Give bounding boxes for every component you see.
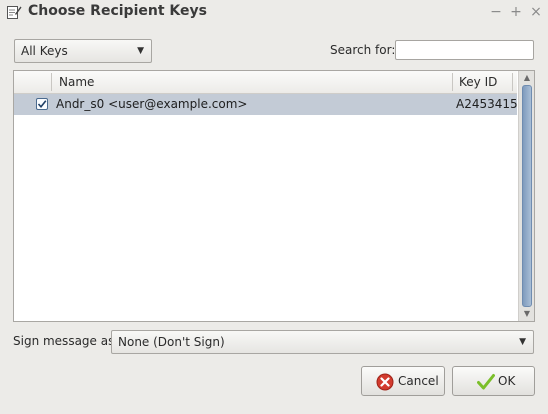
column-separator [512,73,513,91]
column-separator [51,73,52,91]
window-title: Choose Recipient Keys [28,3,207,19]
search-label: Search for: [330,43,396,57]
column-header-key-id[interactable]: Key ID [459,71,497,93]
recipient-checkbox[interactable] [36,98,48,110]
key-name: Andr_s0 <user@example.com> [56,97,248,111]
column-header-name[interactable]: Name [59,71,94,93]
sign-key-value: None (Don't Sign) [118,335,225,349]
key-list-header: Name Key ID [14,71,517,94]
column-separator [452,73,453,91]
sign-label: Sign message as: [13,334,119,348]
minimize-button[interactable]: − [489,4,503,20]
scroll-up-icon[interactable]: ▲ [521,72,533,84]
chevron-down-icon: ▼ [519,337,526,347]
checkmark-icon [37,100,47,109]
close-button[interactable]: × [529,4,543,20]
cancel-icon [376,373,394,391]
key-filter-select[interactable]: All Keys ▼ [14,39,152,63]
title-bar[interactable]: Choose Recipient Keys − + × [0,0,548,26]
ok-check-icon [477,374,495,390]
ok-button[interactable]: OK [452,366,535,396]
key-filter-value: All Keys [21,44,68,58]
ok-button-label: OK [498,374,516,388]
scroll-thumb[interactable] [522,85,532,307]
key-list[interactable]: Name Key ID Andr_s0 <user@example.com> A… [13,70,535,322]
scroll-down-icon[interactable]: ▼ [521,308,533,320]
chevron-down-icon: ▼ [137,46,144,56]
vertical-scrollbar[interactable]: ▲ ▼ [518,71,534,321]
cancel-button-label: Cancel [398,374,439,388]
search-input[interactable] [395,40,534,60]
edit-icon [7,6,22,19]
cancel-button[interactable]: Cancel [361,366,445,396]
sign-key-select[interactable]: None (Don't Sign) ▼ [111,330,534,354]
maximize-button[interactable]: + [509,4,523,20]
column-header-check[interactable] [14,71,52,93]
key-row[interactable]: Andr_s0 <user@example.com> A2453415 [14,94,518,115]
key-id: A2453415 [456,97,518,111]
